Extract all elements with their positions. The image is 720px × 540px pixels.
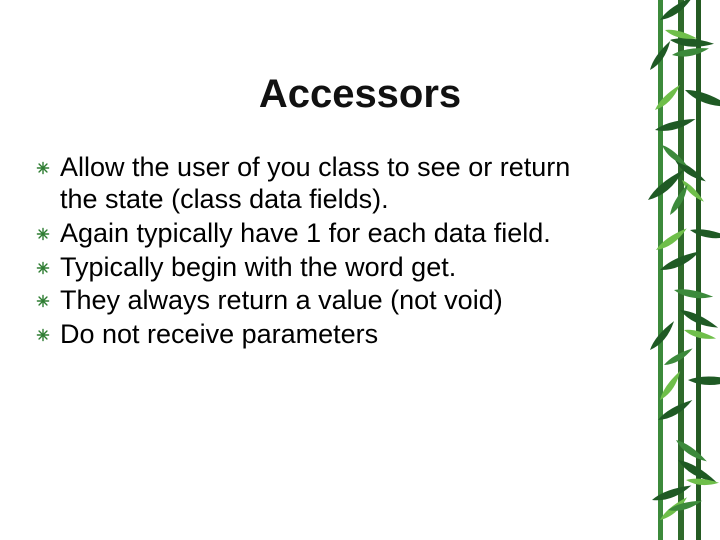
bullet-text: Allow the user of you class to see or re… — [60, 152, 596, 216]
list-item: Do not receive parameters — [36, 319, 596, 351]
list-item: Again typically have 1 for each data fie… — [36, 218, 596, 250]
list-item: They always return a value (not void) — [36, 285, 596, 317]
slide: Accessors Allow the user of you class to… — [0, 0, 720, 540]
bullet-text: Typically begin with the word get. — [60, 252, 456, 284]
bullet-text: Again typically have 1 for each data fie… — [60, 218, 551, 250]
asterisk-icon — [36, 328, 50, 342]
bullet-text: Do not receive parameters — [60, 319, 378, 351]
asterisk-icon — [36, 261, 50, 275]
slide-title: Accessors — [60, 72, 660, 117]
bullet-text: They always return a value (not void) — [60, 285, 503, 317]
list-item: Typically begin with the word get. — [36, 252, 596, 284]
asterisk-icon — [36, 294, 50, 308]
bamboo-decoration — [600, 0, 720, 540]
asterisk-icon — [36, 161, 50, 175]
asterisk-icon — [36, 227, 50, 241]
list-item: Allow the user of you class to see or re… — [36, 152, 596, 216]
bullet-list: Allow the user of you class to see or re… — [36, 150, 596, 353]
